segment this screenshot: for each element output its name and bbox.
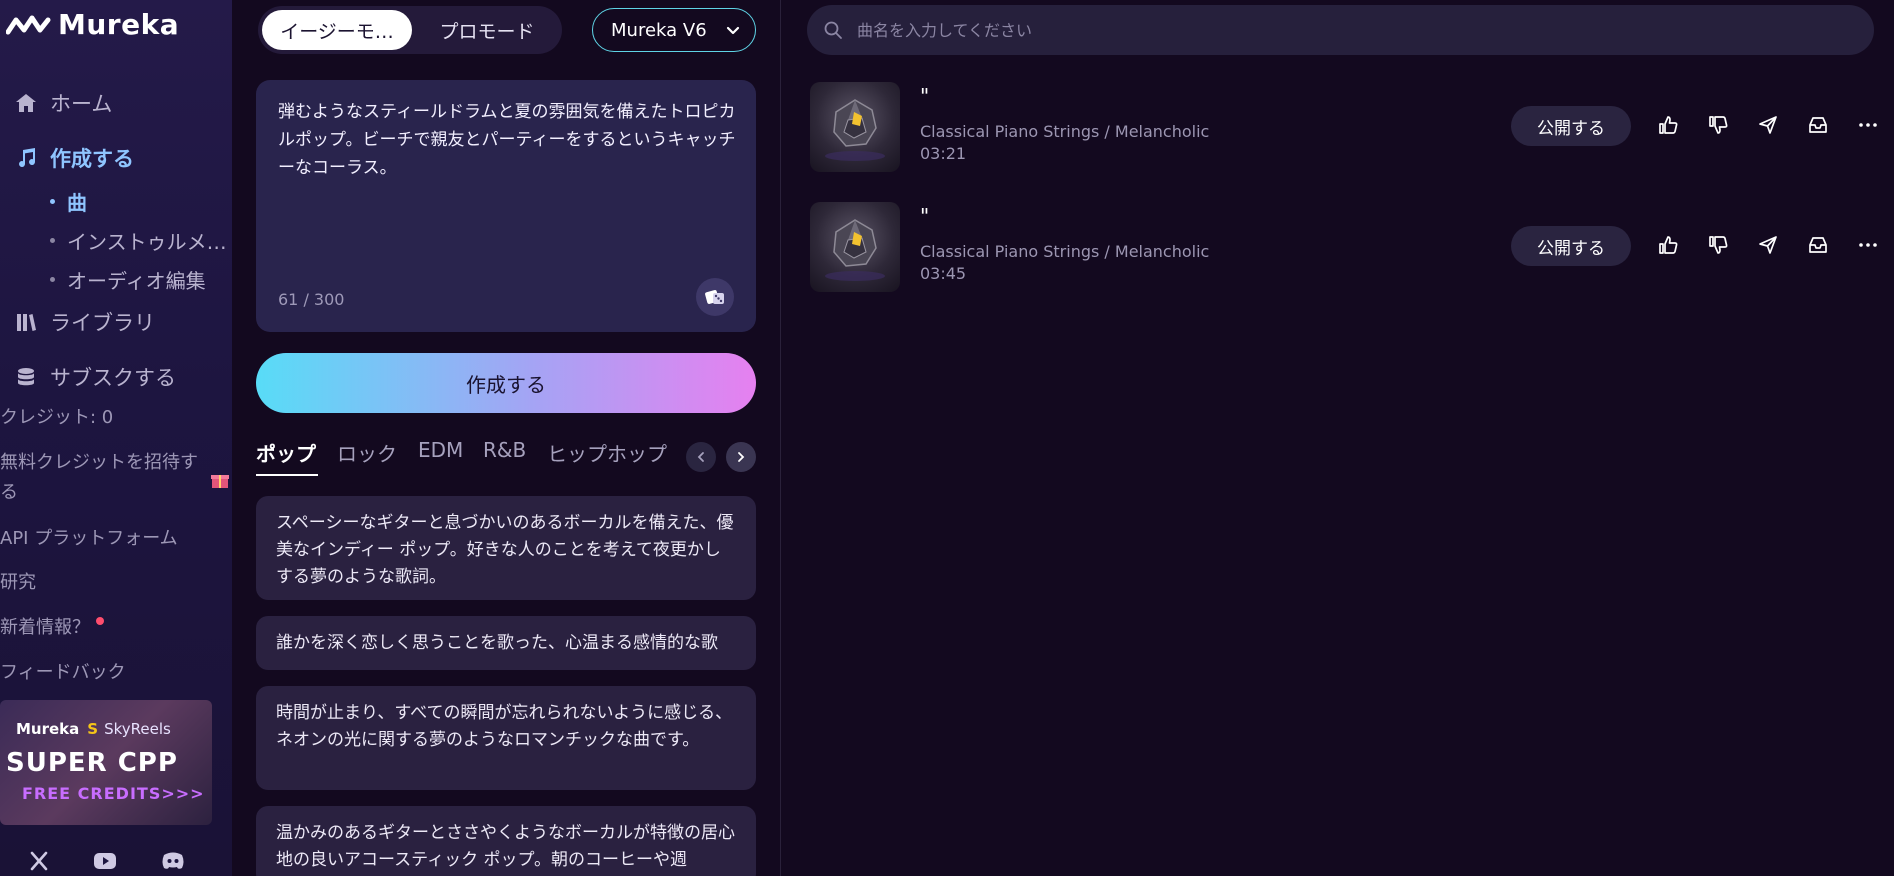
- nav-home-label: ホーム: [50, 92, 113, 116]
- genre-tab-rnb[interactable]: R&B: [483, 438, 526, 462]
- song-row[interactable]: " Classical Piano Strings / Melancholic …: [810, 202, 1877, 294]
- search-input[interactable]: [857, 5, 1857, 55]
- brand-name: Mureka: [58, 8, 180, 41]
- genre-tab-edm[interactable]: EDM: [418, 438, 463, 462]
- song-cover[interactable]: [810, 82, 900, 172]
- model-version-label: Mureka V6: [611, 19, 707, 41]
- publish-button[interactable]: 公開する: [1511, 226, 1631, 266]
- song-style: Classical Piano Strings / Melancholic: [920, 242, 1210, 261]
- promo-banner[interactable]: Mureka S SkyReels SUPER CPP FREE CREDITS>>…: [0, 700, 212, 825]
- create-panel: イージーモ… プロモード Mureka V6 弾むようなスティールドラムと夏の雰…: [232, 0, 780, 876]
- song-style: Classical Piano Strings / Melancholic: [920, 122, 1210, 141]
- banner-brands: Mureka S SkyReels: [16, 720, 171, 738]
- youtube-icon[interactable]: [92, 850, 118, 872]
- nav-subscribe[interactable]: サブスクする: [14, 362, 176, 392]
- song-duration: 03:21: [920, 144, 967, 163]
- genre-next-button[interactable]: [726, 442, 756, 472]
- mode-toggle: イージーモ… プロモード: [258, 6, 562, 54]
- sub-item-song[interactable]: 曲: [50, 187, 87, 216]
- thumbs-up-icon[interactable]: [1657, 234, 1679, 256]
- news-link[interactable]: 新着情報？: [0, 613, 104, 643]
- song-row[interactable]: " Classical Piano Strings / Melancholic …: [810, 82, 1877, 174]
- research-link[interactable]: 研究: [0, 568, 36, 598]
- active-tab-indicator: [256, 474, 318, 476]
- banner-brand2: SkyReels: [104, 720, 171, 738]
- chevron-down-icon: [726, 26, 740, 35]
- panel-divider: [780, 0, 781, 876]
- banner-title: SUPER CPP: [6, 748, 178, 778]
- suggestion-card[interactable]: スペーシーなギターと息づかいのあるボーカルを備えた、優美なインディー ポップ。好…: [256, 496, 756, 600]
- api-platform-link[interactable]: API プラットフォーム: [0, 524, 178, 554]
- create-button[interactable]: 作成する: [256, 353, 756, 413]
- sub-item-song-label: 曲: [67, 191, 87, 215]
- share-icon[interactable]: [1757, 114, 1779, 136]
- sub-item-audio-edit-label: オーディオ編集: [67, 269, 206, 293]
- sub-item-instrumental-label: インストゥルメ…: [67, 230, 227, 254]
- dice-icon: [705, 290, 724, 304]
- song-title[interactable]: ": [920, 204, 929, 228]
- genre-tab-hiphop[interactable]: ヒップホップ: [547, 438, 667, 467]
- thumbs-up-icon[interactable]: [1657, 114, 1679, 136]
- nav-library[interactable]: ライブラリ: [14, 307, 155, 337]
- prompt-input[interactable]: 弾むようなスティールドラムと夏の雰囲気を備えたトロピカルポップ。ビーチで親友とパ…: [256, 80, 756, 332]
- cover-art-icon: [825, 99, 885, 161]
- song-cover[interactable]: [810, 202, 900, 292]
- thumbs-down-icon[interactable]: [1707, 234, 1729, 256]
- notification-dot: [96, 617, 104, 625]
- discord-icon[interactable]: [160, 850, 186, 872]
- search-icon: [824, 21, 842, 39]
- nav-home[interactable]: ホーム: [14, 88, 112, 118]
- library-icon: [17, 314, 36, 331]
- publish-button[interactable]: 公開する: [1511, 106, 1631, 146]
- brand-logo[interactable]: Mureka: [6, 8, 179, 41]
- more-icon[interactable]: [1857, 114, 1879, 136]
- bullet-icon: [50, 277, 55, 282]
- genre-prev-button[interactable]: [686, 442, 716, 472]
- news-label: 新着情報？: [0, 617, 90, 638]
- banner-subtitle: FREE CREDITS>>>: [22, 784, 205, 803]
- nav-library-label: ライブラリ: [50, 311, 155, 335]
- sidebar: Mureka ホーム 作成する 曲 インストゥルメ… オーディオ編集 ライブラリ…: [0, 0, 232, 876]
- suggestion-card[interactable]: 温かみのあるギターとささやくようなボーカルが特徴の居心地の良いアコースティック …: [256, 806, 756, 876]
- banner-brand1: Mureka: [16, 720, 80, 738]
- skyreels-logo-icon: S: [87, 720, 99, 738]
- mureka-logo-icon: [6, 15, 51, 34]
- nav-create[interactable]: 作成する: [14, 143, 134, 173]
- chevron-right-icon: [738, 452, 745, 462]
- bullet-icon: [50, 238, 55, 243]
- suggestion-card[interactable]: 時間が止まり、すべての瞬間が忘れられないように感じる、ネオンの光に関する夢のよう…: [256, 686, 756, 790]
- gift-icon[interactable]: [210, 470, 230, 490]
- model-version-select[interactable]: Mureka V6: [592, 8, 756, 52]
- random-prompt-button[interactable]: [696, 278, 734, 316]
- genre-tab-rock[interactable]: ロック: [337, 438, 397, 467]
- thumbs-down-icon[interactable]: [1707, 114, 1729, 136]
- credits-label: クレジット: 0: [0, 407, 114, 428]
- inbox-icon[interactable]: [1807, 234, 1829, 256]
- song-search-bar[interactable]: [807, 5, 1874, 55]
- prompt-text[interactable]: 弾むようなスティールドラムと夏の雰囲気を備えたトロピカルポップ。ビーチで親友とパ…: [278, 98, 738, 182]
- pro-mode-tab[interactable]: プロモード: [416, 10, 558, 50]
- feedback-link[interactable]: フィードバック: [0, 658, 126, 688]
- cover-art-icon: [825, 219, 885, 281]
- nav-subscribe-label: サブスクする: [50, 366, 176, 390]
- sub-item-audio-edit[interactable]: オーディオ編集: [50, 265, 206, 294]
- x-icon[interactable]: [26, 850, 52, 872]
- music-note-icon: [19, 148, 36, 168]
- bullet-icon: [50, 199, 55, 204]
- invite-link[interactable]: 無料クレジットを招待する: [0, 448, 200, 508]
- char-counter: 61 / 300: [278, 290, 345, 309]
- inbox-icon[interactable]: [1807, 114, 1829, 136]
- chevron-left-icon: [697, 452, 704, 462]
- database-icon: [18, 368, 34, 386]
- song-title[interactable]: ": [920, 84, 929, 108]
- more-icon[interactable]: [1857, 234, 1879, 256]
- nav-create-label: 作成する: [50, 147, 134, 171]
- song-duration: 03:45: [920, 264, 967, 283]
- easy-mode-tab[interactable]: イージーモ…: [262, 10, 412, 50]
- sub-item-instrumental[interactable]: インストゥルメ…: [50, 226, 227, 255]
- home-icon: [16, 94, 36, 112]
- suggestion-card[interactable]: 誰かを深く恋しく思うことを歌った、心温まる感情的な歌: [256, 616, 756, 670]
- genre-tab-pop[interactable]: ポップ: [256, 438, 316, 467]
- share-icon[interactable]: [1757, 234, 1779, 256]
